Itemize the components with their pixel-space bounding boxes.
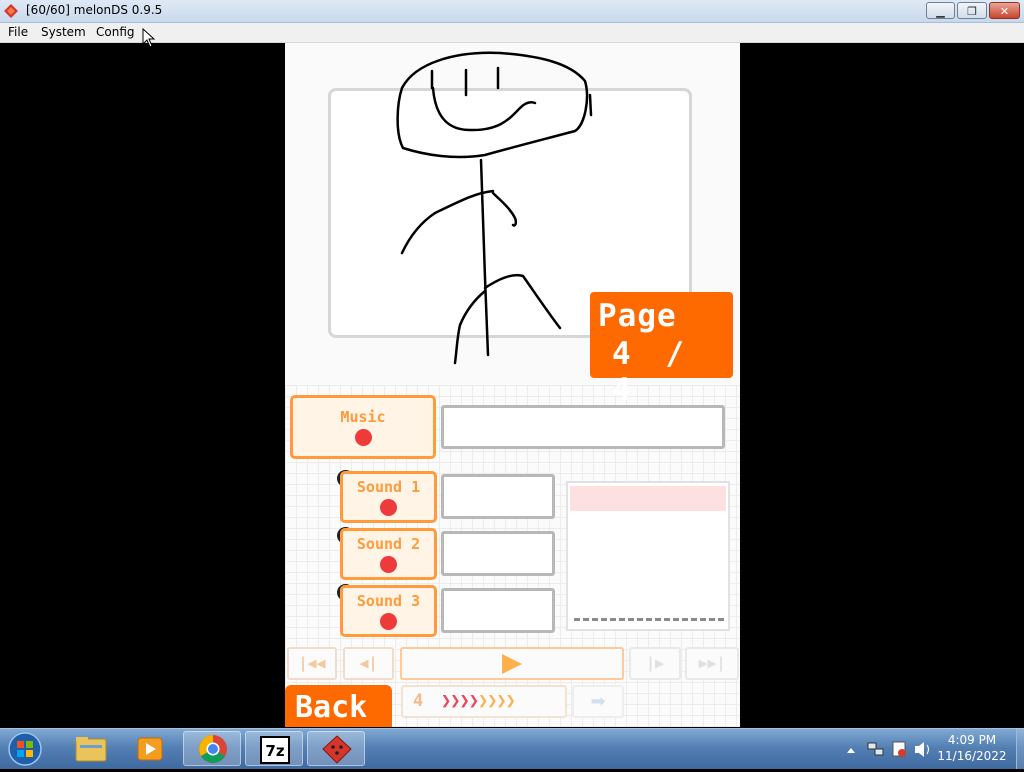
chrome-icon [199,735,227,763]
list-divider [574,618,724,621]
window-title-bar[interactable]: [60/60] melonDS 0.9.5 ▁ ❐ ✕ [0,0,1024,23]
page-number: 4 / 4 [612,336,692,408]
melonds-icon [322,735,352,764]
music-track-bar[interactable] [441,405,725,449]
record-dot-icon [354,429,372,446]
taskbar-chrome[interactable] [183,731,241,766]
melonds-app-icon [4,4,18,18]
play-icon [502,654,522,674]
mouse-cursor-icon [142,28,156,48]
music-label: Music [340,408,386,426]
speed-value: 4 [413,691,424,711]
sound-3-label: Sound 3 [356,592,421,610]
next-frame-button[interactable]: |▶ [629,647,681,680]
previous-frame-button[interactable]: ◀| [343,647,394,680]
first-frame-button[interactable]: |◀◀ [287,647,337,680]
taskbar-explorer[interactable] [62,731,120,766]
windows-start-icon[interactable] [5,731,45,767]
playback-speed-selector[interactable]: 4 ❯❯❯❯❯❯❯❯ [401,685,567,718]
page-label: Page [598,298,677,334]
page-indicator: Page 4 / 4 [590,292,733,408]
taskbar-melonds[interactable] [307,731,365,766]
menu-config[interactable]: Config [96,25,135,39]
selected-list-item[interactable] [570,486,726,511]
show-hidden-icons-icon[interactable] [847,748,855,753]
close-button[interactable]: ✕ [989,2,1020,19]
clock-time: 4:09 PM [947,733,997,747]
sound-1-record-button[interactable]: Sound 1 [340,471,437,523]
show-desktop-button[interactable] [1016,729,1024,769]
media-player-icon [137,737,163,761]
maximize-button[interactable]: ❐ [957,2,987,19]
folder-icon [75,737,107,762]
7zip-icon: 7z [260,736,290,764]
record-dot-icon [380,556,397,573]
taskbar: 7z [0,728,1024,769]
network-icon[interactable] [867,742,884,756]
sound-1-track-bar[interactable] [441,474,555,519]
sound-3-track-bar[interactable] [441,588,555,633]
music-record-button[interactable]: Music [290,395,436,459]
speed-chevrons-inactive: ❯❯❯❯ [477,691,516,711]
taskbar-media-player[interactable] [122,731,180,766]
sound-list-panel[interactable] [566,481,730,631]
sound-1-label: Sound 1 [356,478,421,496]
ds-screen[interactable]: Page 4 / 4 Music A Sound 1 X Sound 2 Y S… [285,43,740,727]
taskbar-7zip[interactable]: 7z [245,731,303,766]
record-dot-icon [380,499,397,516]
play-button[interactable] [400,647,624,680]
sound-2-record-button[interactable]: Sound 2 [340,528,437,580]
window-title: [60/60] melonDS 0.9.5 [26,3,163,17]
system-clock[interactable]: 4:09 PM 11/16/2022 [930,732,1014,764]
minimize-button[interactable]: ▁ [926,2,955,19]
next-page-arrow-button[interactable]: ➡ [572,685,624,718]
sound-3-record-button[interactable]: Sound 3 [340,585,437,637]
sound-2-label: Sound 2 [356,535,421,553]
clock-date: 11/16/2022 [937,749,1007,763]
menu-system[interactable]: System [41,25,86,39]
record-dot-icon [380,613,397,630]
action-center-icon[interactable] [892,741,906,757]
volume-icon[interactable] [915,742,929,757]
sound-2-track-bar[interactable] [441,531,555,576]
back-button[interactable]: Back [285,685,392,727]
svg-text:7z: 7z [265,742,284,760]
speed-chevrons-active: ❯❯❯❯ [441,691,479,711]
speed-chevrons: ❯❯❯❯❯❯❯❯ [441,691,516,711]
menu-file[interactable]: File [8,25,28,39]
last-frame-button[interactable]: ▶▶| [685,647,739,680]
